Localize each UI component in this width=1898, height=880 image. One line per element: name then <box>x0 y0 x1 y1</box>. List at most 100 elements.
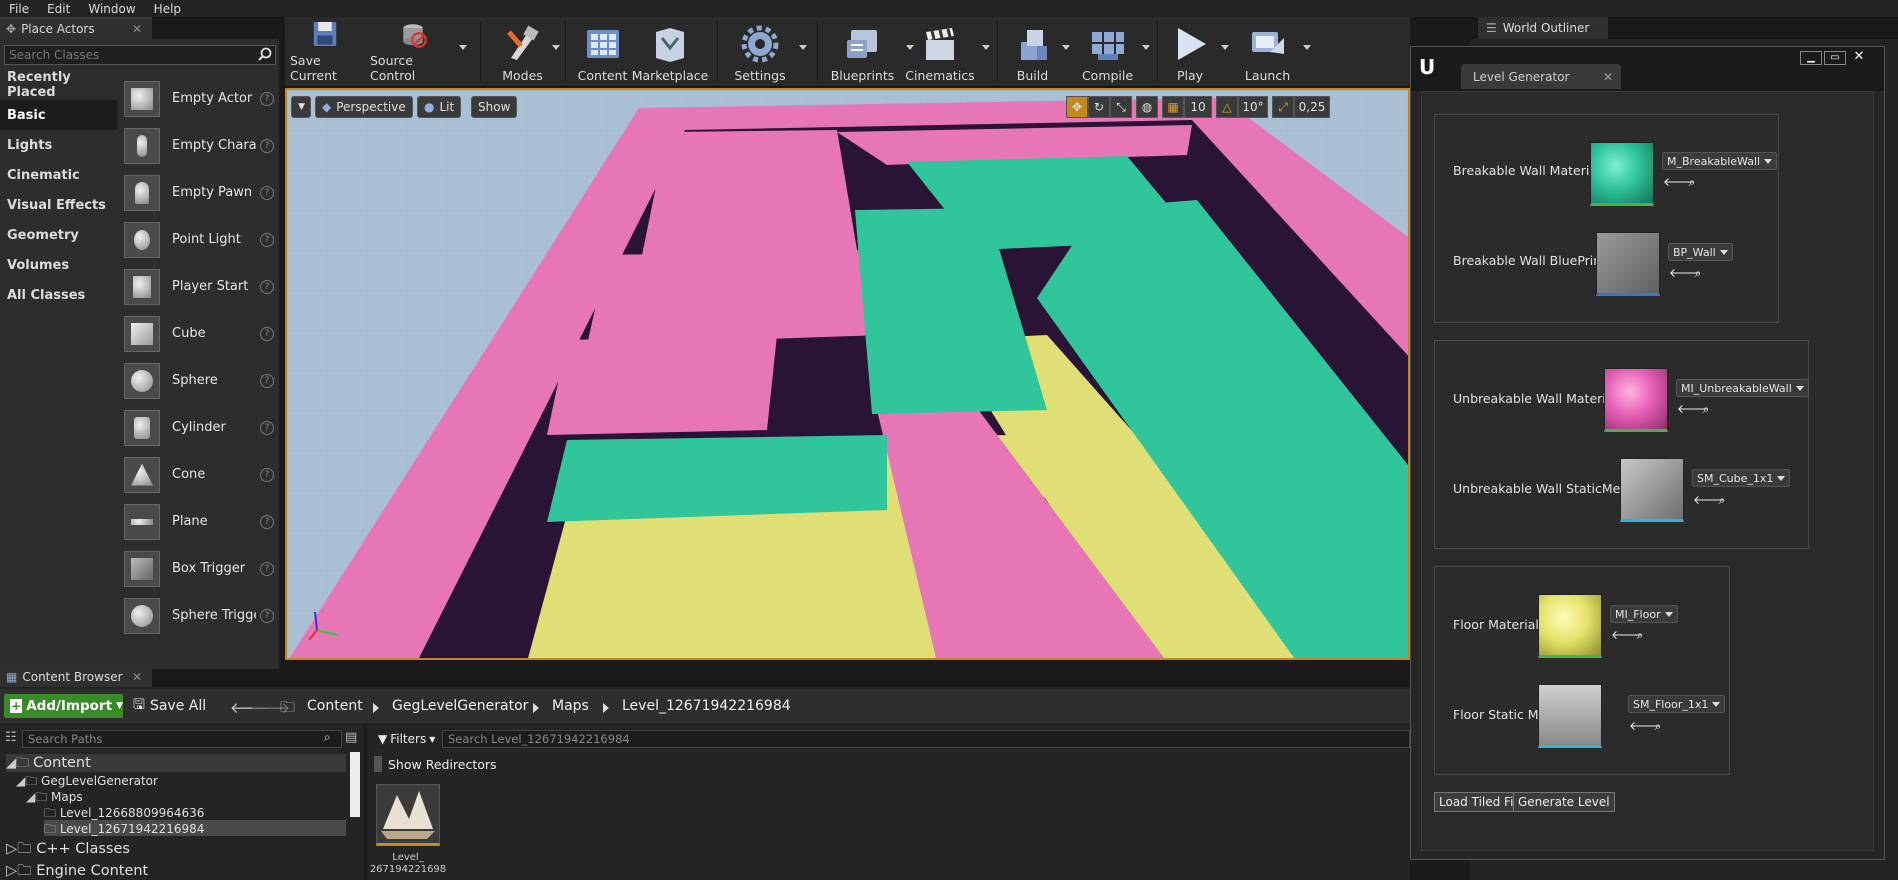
perspective-button[interactable]: ◆ Perspective <box>315 96 413 118</box>
rotation-snap-value[interactable]: 10° <box>1238 96 1268 118</box>
floor-mesh-thumbnail[interactable] <box>1538 684 1602 748</box>
blueprint-thumbnail[interactable] <box>1596 232 1660 296</box>
scale-snap-value[interactable]: 0,25 <box>1294 96 1330 118</box>
scale-snap-icon[interactable]: ⤢ <box>1272 96 1294 118</box>
floor-material-swatch[interactable] <box>1538 594 1602 658</box>
tab-content-browser[interactable]: ▦ Content Browser ✕ <box>0 667 152 687</box>
breadcrumb-arrow-icon[interactable] <box>533 703 539 713</box>
grid-snap-value[interactable]: 10 <box>1184 96 1212 118</box>
content-button[interactable]: Content <box>575 19 630 83</box>
asset-search-input[interactable]: Search Level_12671942216984 <box>442 730 1410 748</box>
tree-item-level-selected[interactable]: 🗀 Level_12671942216984 <box>44 820 346 836</box>
help-icon[interactable]: ? <box>260 420 274 435</box>
sources-toggle-icon[interactable]: ☷ <box>5 730 17 745</box>
breadcrumb-arrow-icon[interactable] <box>603 703 609 713</box>
show-button[interactable]: Show <box>471 96 518 118</box>
help-icon[interactable]: ? <box>260 608 274 623</box>
compile-button[interactable]: Compile <box>1075 19 1150 83</box>
show-redirectors-toggle[interactable]: Show Redirectors <box>374 754 497 774</box>
help-icon[interactable]: ? <box>260 91 274 106</box>
close-icon[interactable]: ✕ <box>132 22 142 36</box>
actor-item[interactable]: Point Light? <box>117 216 279 263</box>
viewport-options-button[interactable]: ▼ <box>291 96 311 118</box>
category-visual-effects[interactable]: Visual Effects <box>0 190 117 220</box>
save-all-button[interactable]: 🖫 Save All <box>133 694 206 718</box>
unbreakable-staticmesh-combo[interactable]: SM_Cube_1x1 <box>1692 469 1791 487</box>
breakable-blueprint-combo[interactable]: BP_Wall <box>1668 243 1733 261</box>
use-selected-arrow-icon[interactable]: 🡐 <box>1663 175 1695 189</box>
breakable-material-swatch[interactable] <box>1590 142 1654 206</box>
level-asset-thumbnail[interactable] <box>376 784 440 846</box>
actor-item[interactable]: Empty Actor? <box>117 75 279 122</box>
actor-item[interactable]: Cylinder? <box>117 404 279 451</box>
menu-file[interactable]: File <box>0 2 38 16</box>
menu-window[interactable]: Window <box>79 2 144 16</box>
category-lights[interactable]: Lights <box>0 130 117 160</box>
close-icon[interactable]: ✕ <box>132 670 142 684</box>
actor-item[interactable]: Plane? <box>117 498 279 545</box>
minimize-button[interactable]: ▁ <box>1800 51 1822 65</box>
blueprints-button[interactable]: Blueprints <box>825 19 914 83</box>
floor-material-combo[interactable]: MI_Floor <box>1610 605 1678 623</box>
tree-item-content[interactable]: ◢🗀 Content <box>6 754 346 772</box>
use-selected-arrow-icon[interactable]: 🡐 <box>1669 266 1701 280</box>
breadcrumb-geglevelgenerator[interactable]: GegLevelGenerator <box>392 698 528 714</box>
launch-button[interactable]: Launch <box>1240 19 1311 83</box>
play-button[interactable]: Play <box>1165 19 1229 83</box>
category-recently-placed[interactable]: Recently Placed <box>0 70 117 100</box>
category-geometry[interactable]: Geometry <box>0 220 117 250</box>
marketplace-button[interactable]: Marketplace <box>632 19 708 83</box>
generate-level-button[interactable]: Generate Level <box>1513 792 1615 812</box>
browse-search-icon[interactable]: ⌕ <box>1691 266 1705 280</box>
menu-edit[interactable]: Edit <box>38 2 79 16</box>
browse-search-icon[interactable]: ⌕ <box>1633 628 1647 642</box>
close-icon[interactable]: ✕ <box>1603 70 1613 84</box>
breadcrumb-content[interactable]: Content <box>307 698 363 714</box>
help-icon[interactable]: ? <box>260 561 274 576</box>
breakable-material-combo[interactable]: M_BreakableWall <box>1662 152 1778 170</box>
cube-mesh-thumbnail[interactable] <box>1620 458 1684 522</box>
paths-scrollbar[interactable] <box>350 752 360 817</box>
path-view-options-icon[interactable]: ▤ <box>345 730 357 745</box>
category-all-classes[interactable]: All Classes <box>0 280 117 310</box>
unbreakable-material-swatch[interactable] <box>1604 368 1668 432</box>
actor-item[interactable]: Player Start? <box>117 263 279 310</box>
help-icon[interactable]: ? <box>260 185 274 200</box>
breadcrumb-arrow-icon[interactable] <box>373 703 379 713</box>
help-icon[interactable]: ? <box>260 232 274 247</box>
browse-search-icon[interactable]: ⌕ <box>1715 493 1729 507</box>
menu-help[interactable]: Help <box>145 2 190 16</box>
tab-world-outliner[interactable]: ☰ World Outliner <box>1478 17 1608 39</box>
scale-mode-icon[interactable]: ⤡ <box>1110 96 1132 118</box>
modes-button[interactable]: Modes <box>495 19 560 83</box>
source-control-button[interactable]: Source Control <box>370 19 467 83</box>
help-icon[interactable]: ? <box>260 373 274 388</box>
class-search-input[interactable]: Search Classes <box>4 45 276 65</box>
level-viewport[interactable]: ▼ ◆ Perspective ● Lit Show ✥ ↻ ⤡ ◍ ▦ 10 △ … <box>285 88 1410 660</box>
rotate-mode-icon[interactable]: ↻ <box>1088 96 1110 118</box>
floor-staticmesh-combo[interactable]: SM_Floor_1x1 <box>1628 695 1726 713</box>
settings-button[interactable]: Settings <box>725 19 807 83</box>
browse-search-icon[interactable]: ⌕ <box>1651 719 1665 733</box>
close-window-button[interactable]: ✕ <box>1848 50 1870 65</box>
use-selected-arrow-icon[interactable]: 🡐 <box>1629 719 1661 733</box>
browse-search-icon[interactable]: ⌕ <box>1685 175 1699 189</box>
actor-item[interactable]: Empty Charact? <box>117 122 279 169</box>
build-button[interactable]: Build <box>1005 19 1070 83</box>
actor-item[interactable]: Sphere Trigger? <box>117 592 279 639</box>
actor-item[interactable]: Cone? <box>117 451 279 498</box>
category-cinematic[interactable]: Cinematic <box>0 160 117 190</box>
world-space-icon[interactable]: ◍ <box>1136 96 1158 118</box>
add-import-button[interactable]: + Add/Import ▼ <box>4 694 123 718</box>
use-selected-arrow-icon[interactable]: 🡐 <box>1693 493 1725 507</box>
breadcrumb-level[interactable]: Level_12671942216984 <box>622 698 791 714</box>
search-paths-input[interactable]: Search Paths <box>22 730 342 748</box>
translate-mode-icon[interactable]: ✥ <box>1066 96 1088 118</box>
lit-button[interactable]: ● Lit <box>417 96 462 118</box>
actor-item[interactable]: Sphere? <box>117 357 279 404</box>
browse-search-icon[interactable]: ⌕ <box>1699 402 1713 416</box>
tab-level-generator[interactable]: Level Generator ✕ <box>1461 64 1621 89</box>
help-icon[interactable]: ? <box>260 514 274 529</box>
rotation-snap-icon[interactable]: △ <box>1216 96 1238 118</box>
search-icon[interactable] <box>256 46 274 64</box>
